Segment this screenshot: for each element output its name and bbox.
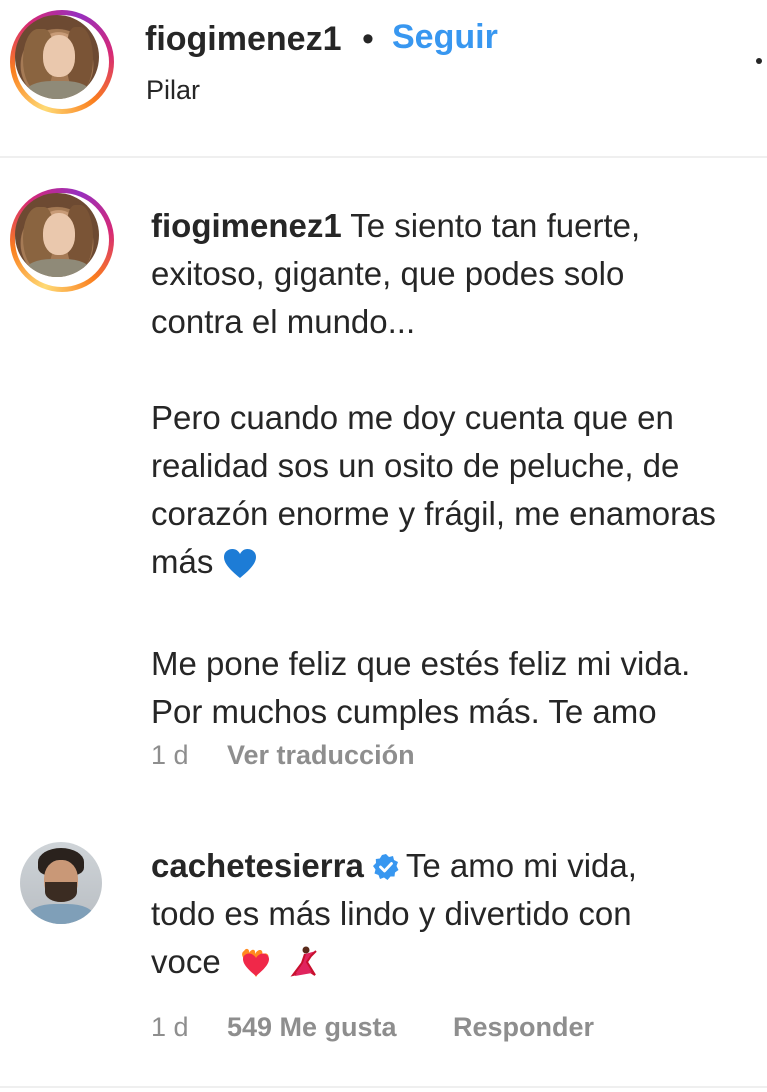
comment2-text-line: todo es más lindo y divertido con xyxy=(151,895,632,932)
comment1-story-ring[interactable] xyxy=(10,188,114,292)
comment1-text-line: Pero cuando me doy cuenta que en xyxy=(151,399,674,436)
comment2-username[interactable]: cachetesierra xyxy=(151,847,364,884)
separator-dot: • xyxy=(362,20,374,58)
dancer-icon xyxy=(289,944,319,992)
comment1-username[interactable]: fiogimenez1 xyxy=(151,207,342,244)
see-translation-link[interactable]: Ver traducción xyxy=(227,740,415,771)
comment1-time: 1 d xyxy=(151,740,189,770)
comment2-text-line: Te amo mi vida, xyxy=(405,847,637,884)
heart-on-fire-icon xyxy=(238,944,274,992)
comment1-text-line: exitoso, gigante, que podes solo xyxy=(151,255,625,292)
location-link[interactable]: Pilar xyxy=(146,75,200,106)
bottom-divider xyxy=(0,1086,767,1088)
comment1-text-line: realidad sos un osito de peluche, de xyxy=(151,447,680,484)
author-username[interactable]: fiogimenez1 xyxy=(145,20,341,59)
comment1-text-line: más xyxy=(151,543,214,580)
comment1-text-line: contra el mundo... xyxy=(151,303,416,340)
reply-button[interactable]: Responder xyxy=(453,1012,594,1043)
comment1-text-line: Te siento tan fuerte, xyxy=(350,207,641,244)
comment1-text-line: Por muchos cumples más. Te amo xyxy=(151,693,657,730)
comment1-text-line: Me pone feliz que estés feliz mi vida. xyxy=(151,645,691,682)
author-story-ring[interactable] xyxy=(10,10,114,114)
comment2-body: cachetesierra Te amo mi vida, todo es más… xyxy=(151,842,751,992)
comment2-likes-link[interactable]: 549 Me gusta xyxy=(227,1012,397,1043)
comment2-text-line: voce xyxy=(151,943,221,980)
more-options-icon[interactable] xyxy=(756,58,762,64)
comment1-avatar[interactable] xyxy=(15,193,99,277)
comment1-body: fiogimenez1 Te siento tan fuerte, exitos… xyxy=(151,202,767,736)
follow-button[interactable]: Seguir xyxy=(392,18,498,57)
verified-badge-icon xyxy=(372,846,400,880)
blue-heart-icon xyxy=(223,544,257,592)
comment2-avatar[interactable] xyxy=(20,842,102,924)
comment2-time: 1 d xyxy=(151,1012,189,1042)
comment1-text-line: corazón enorme y frágil, me enamoras xyxy=(151,495,716,532)
post-header: fiogimenez1 • Seguir Pilar xyxy=(0,0,767,155)
header-divider xyxy=(0,156,767,158)
author-avatar[interactable] xyxy=(15,15,99,99)
